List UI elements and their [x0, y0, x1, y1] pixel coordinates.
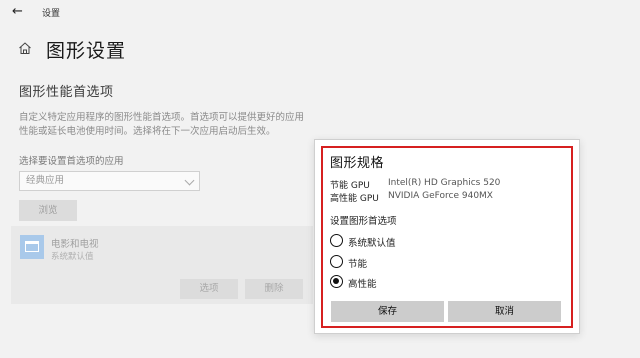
page-title: 图形设置 — [46, 40, 127, 62]
window-title: 设置 — [42, 9, 61, 19]
app-preference: 系统默认值 — [51, 252, 94, 262]
home-icon — [19, 42, 31, 54]
high-perf-gpu-value: NVIDIA GeForce 940MX — [388, 191, 493, 201]
radio-power-saving[interactable] — [330, 255, 343, 268]
section-description: 自定义特定应用程序的图形性能首选项。首选项可以提供更好的应用性能或延长电池使用时… — [19, 112, 305, 137]
section-title: 图形性能首选项 — [19, 85, 114, 100]
browse-button[interactable]: 浏览 — [19, 200, 77, 221]
power-saving-gpu-label: 节能 GPU — [330, 181, 370, 191]
radio-label-power-saving[interactable]: 节能 — [348, 256, 367, 270]
movies-tv-icon — [20, 235, 44, 259]
app-type-dropdown[interactable]: 经典应用 — [19, 171, 200, 191]
power-saving-gpu-value: Intel(R) HD Graphics 520 — [388, 178, 501, 188]
options-button[interactable]: 选项 — [180, 279, 238, 299]
app-name: 电影和电视 — [51, 239, 99, 250]
app-select-label: 选择要设置首选项的应用 — [19, 156, 124, 167]
save-button[interactable]: 保存 — [331, 301, 444, 322]
radio-system-default[interactable] — [330, 234, 343, 247]
app-type-selected: 经典应用 — [26, 175, 65, 186]
chevron-down-icon — [184, 175, 195, 186]
dialog-title: 图形规格 — [330, 156, 385, 171]
radio-label-high-performance[interactable]: 高性能 — [348, 276, 377, 290]
back-arrow-icon[interactable]: ← — [12, 4, 28, 20]
cancel-button[interactable]: 取消 — [448, 301, 561, 322]
preference-label: 设置图形首选项 — [330, 216, 397, 227]
radio-label-system-default[interactable]: 系统默认值 — [348, 235, 396, 249]
high-perf-gpu-label: 高性能 GPU — [330, 194, 379, 204]
remove-button[interactable]: 删除 — [245, 279, 303, 299]
radio-high-performance[interactable] — [330, 275, 343, 288]
